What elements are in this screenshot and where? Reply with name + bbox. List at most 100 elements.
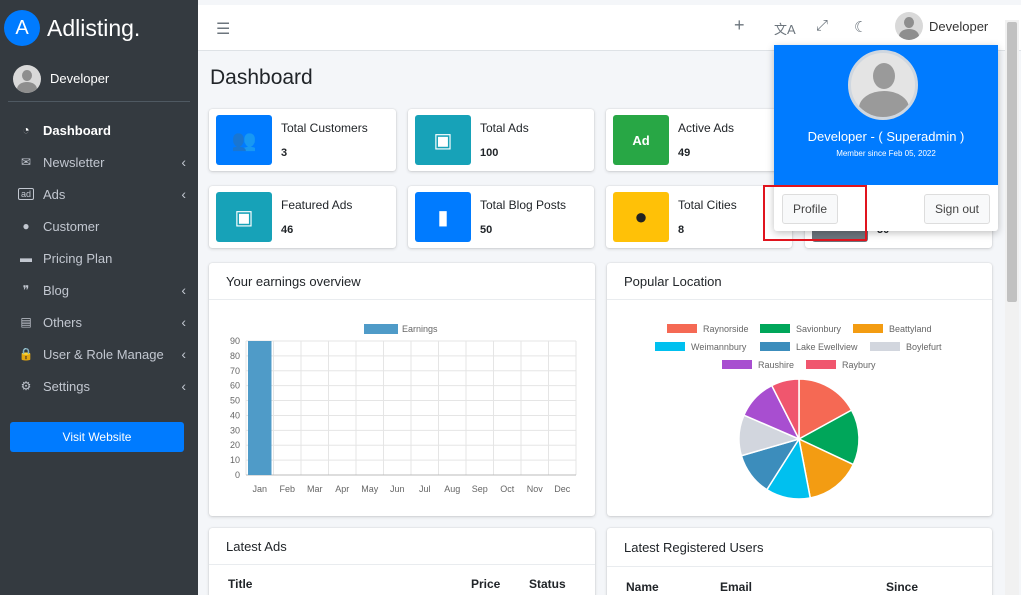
y-tick-label: 20 bbox=[230, 440, 240, 450]
legend-swatch bbox=[722, 360, 752, 369]
info-box[interactable]: ▣ Total Ads 100 bbox=[408, 109, 594, 171]
sidebar-item-settings[interactable]: ⚙ Settings ‹ bbox=[0, 370, 198, 402]
sidebar-item-customer[interactable]: ● Customer bbox=[0, 210, 198, 242]
sidebar-item-label: Dashboard bbox=[43, 122, 111, 138]
page-scrollbar[interactable] bbox=[1005, 20, 1019, 595]
image-icon: ▣ bbox=[415, 115, 471, 165]
fullscreen-icon[interactable]: ⤢ bbox=[816, 17, 828, 34]
users-icon: 👥 bbox=[216, 115, 272, 165]
location-pie-chart: Raynorside Savionbury Beattyland Weimannbur… bbox=[655, 324, 942, 500]
info-box-value: 49 bbox=[678, 147, 691, 159]
info-box-label: Total Ads bbox=[480, 121, 529, 135]
brand-logo: A bbox=[4, 10, 40, 46]
legend-label: Raynorside bbox=[703, 324, 749, 334]
info-box[interactable]: ▮ Total Blog Posts 50 bbox=[408, 186, 594, 248]
table-header-price[interactable]: Price bbox=[471, 577, 500, 591]
lock-icon: 🔒 bbox=[18, 347, 34, 361]
sidebar-item-dashboard[interactable]: ◔ Dashboard bbox=[0, 114, 198, 146]
latest-users-card: Latest Registered Users Name Email Since bbox=[607, 528, 992, 595]
x-tick-label: Jan bbox=[252, 484, 267, 494]
legend-swatch bbox=[853, 324, 883, 333]
x-tick-label: Apr bbox=[335, 484, 349, 494]
avatar bbox=[895, 12, 923, 40]
sidebar-item-label: Customer bbox=[43, 218, 100, 234]
legend-swatch bbox=[655, 342, 685, 351]
info-box[interactable]: 👥 Total Customers 3 bbox=[209, 109, 396, 171]
info-box-label: Active Ads bbox=[678, 121, 735, 135]
table-header-name[interactable]: Name bbox=[626, 580, 659, 594]
sidebar-item-newsletter[interactable]: ✉ Newsletter ‹ bbox=[0, 146, 198, 178]
x-tick-label: Feb bbox=[279, 484, 295, 494]
chevron-left-icon: ‹ bbox=[181, 314, 186, 330]
legend-swatch bbox=[870, 342, 900, 351]
info-box-label: Total Cities bbox=[678, 198, 737, 212]
sidebar-user-panel[interactable]: Developer bbox=[8, 56, 190, 102]
table-header-email[interactable]: Email bbox=[720, 580, 752, 594]
latest-ads-card: Latest Ads Title Price Status bbox=[209, 528, 595, 595]
sidebar-user-name: Developer bbox=[50, 71, 110, 86]
user-dropdown-header: Developer - ( Superadmin ) Member since … bbox=[774, 45, 998, 185]
brand-name: Adlisting. bbox=[47, 14, 141, 41]
member-since: Member since Feb 05, 2022 bbox=[836, 149, 936, 158]
x-tick-label: Aug bbox=[444, 484, 460, 494]
highlight-box bbox=[763, 185, 867, 241]
chevron-left-icon: ‹ bbox=[181, 378, 186, 394]
brand[interactable]: A Adlisting. bbox=[0, 0, 198, 56]
envelope-icon: ✉ bbox=[20, 155, 32, 169]
scrollbar-thumb[interactable] bbox=[1007, 22, 1017, 302]
legend-swatch bbox=[667, 324, 697, 333]
bar[interactable] bbox=[248, 341, 272, 475]
sidebar-item-label: Newsletter bbox=[43, 154, 105, 170]
legend-swatch bbox=[806, 360, 836, 369]
y-tick-label: 90 bbox=[230, 336, 240, 346]
sidebar-nav: ◔ Dashboard ✉ Newsletter ‹ ad Ads ‹ ● Customer ▬ Pr… bbox=[0, 114, 198, 402]
legend-label: Lake Ewellview bbox=[796, 342, 858, 352]
popular-location-card: Popular Location Raynorside Savionbury Bea… bbox=[607, 263, 992, 516]
card-title: Popular Location bbox=[607, 263, 992, 300]
y-tick-label: 60 bbox=[230, 381, 240, 391]
info-box[interactable]: ▣ Featured Ads 46 bbox=[209, 186, 396, 248]
earnings-bar-chart: Earnings 0 10 20 30 40 50 60 70 80 90 Jan Feb Mar Apr M… bbox=[230, 324, 577, 494]
sidebar-item-label: Blog bbox=[43, 282, 70, 298]
sign-out-button[interactable]: Sign out bbox=[924, 194, 990, 224]
sidebar-item-pricing-plan[interactable]: ▬ Pricing Plan bbox=[0, 242, 198, 274]
user-menu-toggle[interactable]: Developer bbox=[895, 12, 988, 40]
translate-icon[interactable]: 文A bbox=[774, 19, 796, 38]
y-tick-label: 40 bbox=[230, 410, 240, 420]
ad-icon: ad bbox=[18, 188, 34, 200]
avatar bbox=[13, 64, 41, 93]
table-header-status[interactable]: Status bbox=[529, 577, 566, 591]
chevron-left-icon: ‹ bbox=[181, 282, 186, 298]
menu-toggle-icon[interactable]: ☰ bbox=[216, 19, 230, 39]
legend-swatch bbox=[364, 324, 398, 334]
sidebar-item-blog[interactable]: ❞ Blog ‹ bbox=[0, 274, 198, 306]
legend-label: Boylefurt bbox=[906, 342, 942, 352]
info-box[interactable]: Ad Active Ads 49 bbox=[606, 109, 792, 171]
ad-icon: Ad bbox=[613, 115, 669, 165]
sidebar-item-ads[interactable]: ad Ads ‹ bbox=[0, 178, 198, 210]
x-tick-label: Mar bbox=[307, 484, 323, 494]
dark-mode-icon[interactable]: ☾ bbox=[854, 18, 867, 36]
table-header-since[interactable]: Since bbox=[886, 580, 918, 594]
info-box-value: 100 bbox=[480, 147, 499, 159]
blog-icon: ❞ bbox=[22, 283, 30, 297]
card-title: Latest Registered Users bbox=[607, 528, 992, 567]
y-tick-label: 30 bbox=[230, 425, 240, 435]
gauge-icon: ◔ bbox=[22, 123, 30, 137]
user-role-name: Developer - ( Superadmin ) bbox=[807, 129, 965, 144]
sidebar-item-others[interactable]: ▤ Others ‹ bbox=[0, 306, 198, 338]
sidebar-item-user-role-manage[interactable]: 🔒 User & Role Manage ‹ bbox=[0, 338, 198, 370]
chevron-left-icon: ‹ bbox=[181, 186, 186, 202]
visit-website-button[interactable]: Visit Website bbox=[10, 422, 184, 452]
plus-icon[interactable]: + bbox=[734, 15, 745, 36]
info-box-value: 46 bbox=[281, 224, 294, 236]
globe-icon: ● bbox=[613, 192, 669, 242]
earnings-card: Your earnings overview Earnings 0 10 20 30 40… bbox=[209, 263, 595, 516]
x-tick-label: Jun bbox=[390, 484, 405, 494]
chevron-left-icon: ‹ bbox=[181, 346, 186, 362]
info-box-label: Total Blog Posts bbox=[480, 198, 567, 212]
credit-card-icon: ▬ bbox=[20, 251, 32, 265]
info-box-value: 8 bbox=[678, 224, 685, 236]
table-header-title[interactable]: Title bbox=[228, 577, 252, 591]
x-tick-label: Sep bbox=[472, 484, 488, 494]
